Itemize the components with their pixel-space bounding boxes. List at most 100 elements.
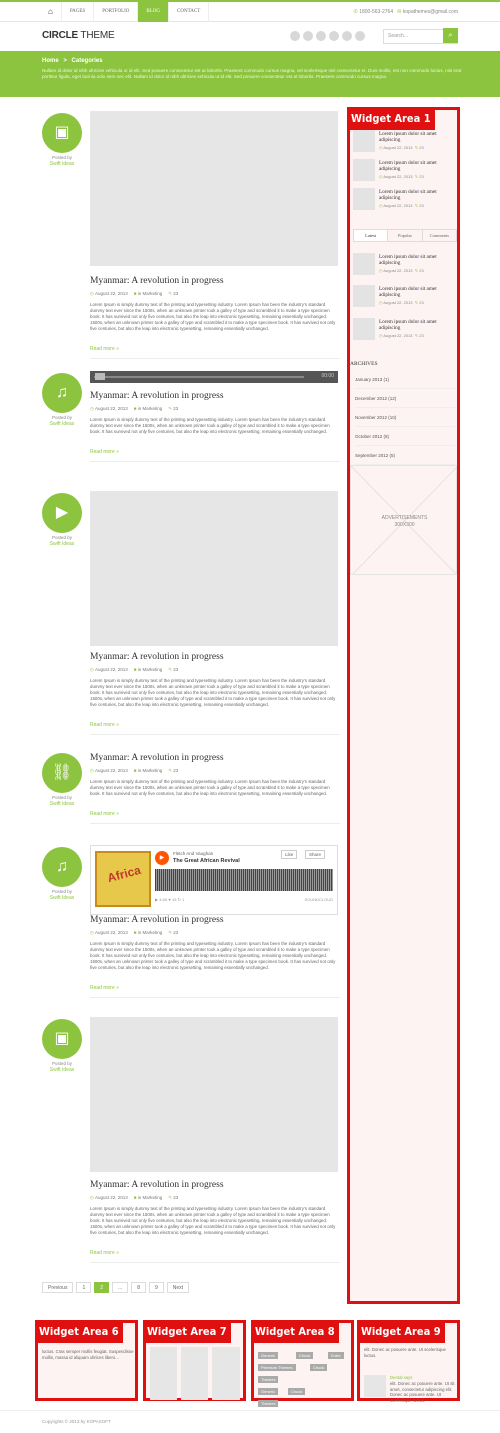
email-address[interactable]: kopathemes@gmail.com [403,9,458,15]
flickr-thumb[interactable] [181,1373,208,1400]
comment-count[interactable]: 23 [173,406,178,411]
nav-item-contact[interactable]: CONTACT [169,2,210,22]
post-thumbnail[interactable] [353,285,375,307]
pagination-page[interactable]: 8 [131,1282,146,1293]
nav-item-blog[interactable]: BLOG [138,2,170,22]
post-title[interactable]: Myanmar: A revolution in progress [90,652,224,662]
archive-link[interactable]: November 2012 (10) [355,408,455,427]
recent-post-item[interactable]: Lorem ipsum dolor sit amet adipiscing ◷ … [353,188,457,218]
post-category[interactable]: in Marketing [138,768,163,773]
post-thumbnail[interactable] [353,159,375,181]
recent-post-item[interactable]: Lorem ipsum dolor sit amet adipiscing ◷ … [353,253,457,283]
soundcloud-logo[interactable]: SOUNDCLOUD [305,897,333,902]
read-more-link[interactable]: Read more » [90,449,119,455]
post-category[interactable]: in Marketing [138,930,163,935]
recent-post-title[interactable]: Lorem ipsum dolor sit amet adipiscing [379,189,455,201]
archive-link[interactable]: September 2012 (5) [355,446,455,465]
tag[interactable]: Chuck [288,1388,306,1395]
tag[interactable]: Chuck [310,1364,328,1371]
post-title[interactable]: Myanmar: A revolution in progress [90,391,224,401]
post-title[interactable]: Myanmar: A revolution in progress [90,915,224,925]
google-plus-icon[interactable] [303,31,313,41]
comment-count[interactable]: 23 [173,1195,178,1200]
post-image-placeholder[interactable] [90,1017,338,1172]
post-category[interactable]: in Marketing [138,667,163,672]
facebook-icon[interactable] [316,31,326,41]
recent-post-item[interactable]: Lorem ipsum dolor sit amet adipiscing ◷ … [353,285,457,315]
nav-item-pages[interactable]: PAGES [62,2,95,22]
read-more-link[interactable]: Read more » [90,985,119,991]
track-title[interactable]: The Great African Revival [173,858,240,864]
home-icon[interactable]: ⌂ [40,2,62,22]
comment-count[interactable]: 23 [173,768,178,773]
soundcloud-player[interactable]: Africa ▶ Fletch And Vaughan The Great Af… [90,845,338,915]
tag[interactable]: Chuck [296,1352,314,1359]
flickr-thumb[interactable] [212,1373,240,1400]
post-title[interactable]: Myanmar: A revolution in progress [90,753,224,763]
twitter-icon[interactable] [329,31,339,41]
audio-progress[interactable] [94,376,304,378]
pagination-previous[interactable]: Previous [42,1282,74,1293]
flickr-thumb[interactable] [181,1347,208,1374]
recent-post-title[interactable]: Lorem ipsum dolor sit amet adipiscing [379,131,455,143]
post-category[interactable]: in Marketing [138,291,163,296]
flickr-thumb[interactable] [150,1347,177,1374]
breadcrumb-home[interactable]: Home [42,58,59,64]
comment-count[interactable]: 23 [173,930,178,935]
post-category[interactable]: in Marketing [138,406,163,411]
vimeo-icon[interactable] [342,31,352,41]
recent-post-item[interactable]: Lorem ipsum dolor sit amet adipiscing ◷ … [353,159,457,189]
archive-link[interactable]: October 2012 (8) [355,427,455,446]
comment-count[interactable]: 23 [173,667,178,672]
tag[interactable]: Themes [258,1376,279,1383]
search-button[interactable]: ⌕ [443,28,458,43]
tab-latest[interactable]: Latest [354,230,389,241]
audio-player[interactable]: 00:00 [90,371,338,383]
waveform[interactable] [155,869,333,891]
post-thumbnail[interactable] [353,188,375,210]
nav-item-portfolio[interactable]: PORTFOLIO [94,2,139,22]
recent-post-title[interactable]: Lorem ipsum dolor sit amet adipiscing [379,254,455,266]
author-link[interactable]: Swift Ideas [50,1067,74,1073]
logo[interactable]: CIRCLE THEME [42,30,115,41]
author-link[interactable]: Swift Ideas [50,801,74,807]
recent-post-title[interactable]: Lorem ipsum dolor sit amet adipiscing [379,286,455,298]
post-thumbnail[interactable] [353,318,375,340]
testimonial-name[interactable]: Dental says [390,1375,412,1381]
audio-scrubber[interactable] [95,373,105,380]
recent-post-item[interactable]: Lorem ipsum dolor sit amet adipiscing ◷ … [353,130,457,160]
pagination-page[interactable]: 1 [76,1282,92,1293]
pagination-next[interactable]: Next [166,1282,190,1293]
artist-name[interactable]: Fletch And Vaughan [173,851,213,856]
pagination-page[interactable]: 9 [148,1282,164,1293]
tab-popular[interactable]: Popular [388,230,423,241]
tab-comments[interactable]: Comments [423,230,456,241]
pagination-page-current[interactable]: 2 [94,1282,110,1293]
more-icon[interactable] [355,31,365,41]
post-thumbnail[interactable] [353,253,375,275]
author-link[interactable]: Swift Ideas [50,161,74,167]
post-title[interactable]: Myanmar: A revolution in progress [90,1180,224,1190]
advertisement-placeholder[interactable]: ADVERTISEMENTS 300X300 [350,465,457,575]
tag[interactable]: Generic [258,1352,279,1359]
author-link[interactable]: Swift Ideas [50,895,74,901]
read-more-link[interactable]: Read more » [90,722,119,728]
flickr-thumb[interactable] [212,1347,240,1374]
post-thumbnail[interactable] [353,130,375,152]
author-link[interactable]: Swift Ideas [50,541,74,547]
post-title[interactable]: Myanmar: A revolution in progress [90,276,224,286]
post-image-placeholder[interactable] [90,491,338,646]
archive-link[interactable]: December 2012 (12) [355,389,455,408]
tag[interactable]: Entre [328,1352,344,1359]
recent-post-title[interactable]: Lorem ipsum dolor sit amet adipiscing [379,319,455,331]
recent-post-item[interactable]: Lorem ipsum dolor sit amet adipiscing ◷ … [353,318,457,348]
play-icon[interactable]: ▶ [155,851,169,865]
archive-link[interactable]: January 2013 (1) [355,370,455,389]
post-category[interactable]: in Marketing [138,1195,163,1200]
read-more-link[interactable]: Read more » [90,1250,119,1256]
tag[interactable]: Themes [258,1400,279,1407]
post-image-placeholder[interactable] [90,111,338,266]
recent-post-title[interactable]: Lorem ipsum dolor sit amet adipiscing [379,160,455,172]
tag[interactable]: Generic [258,1388,279,1395]
author-link[interactable]: Swift Ideas [50,421,74,427]
